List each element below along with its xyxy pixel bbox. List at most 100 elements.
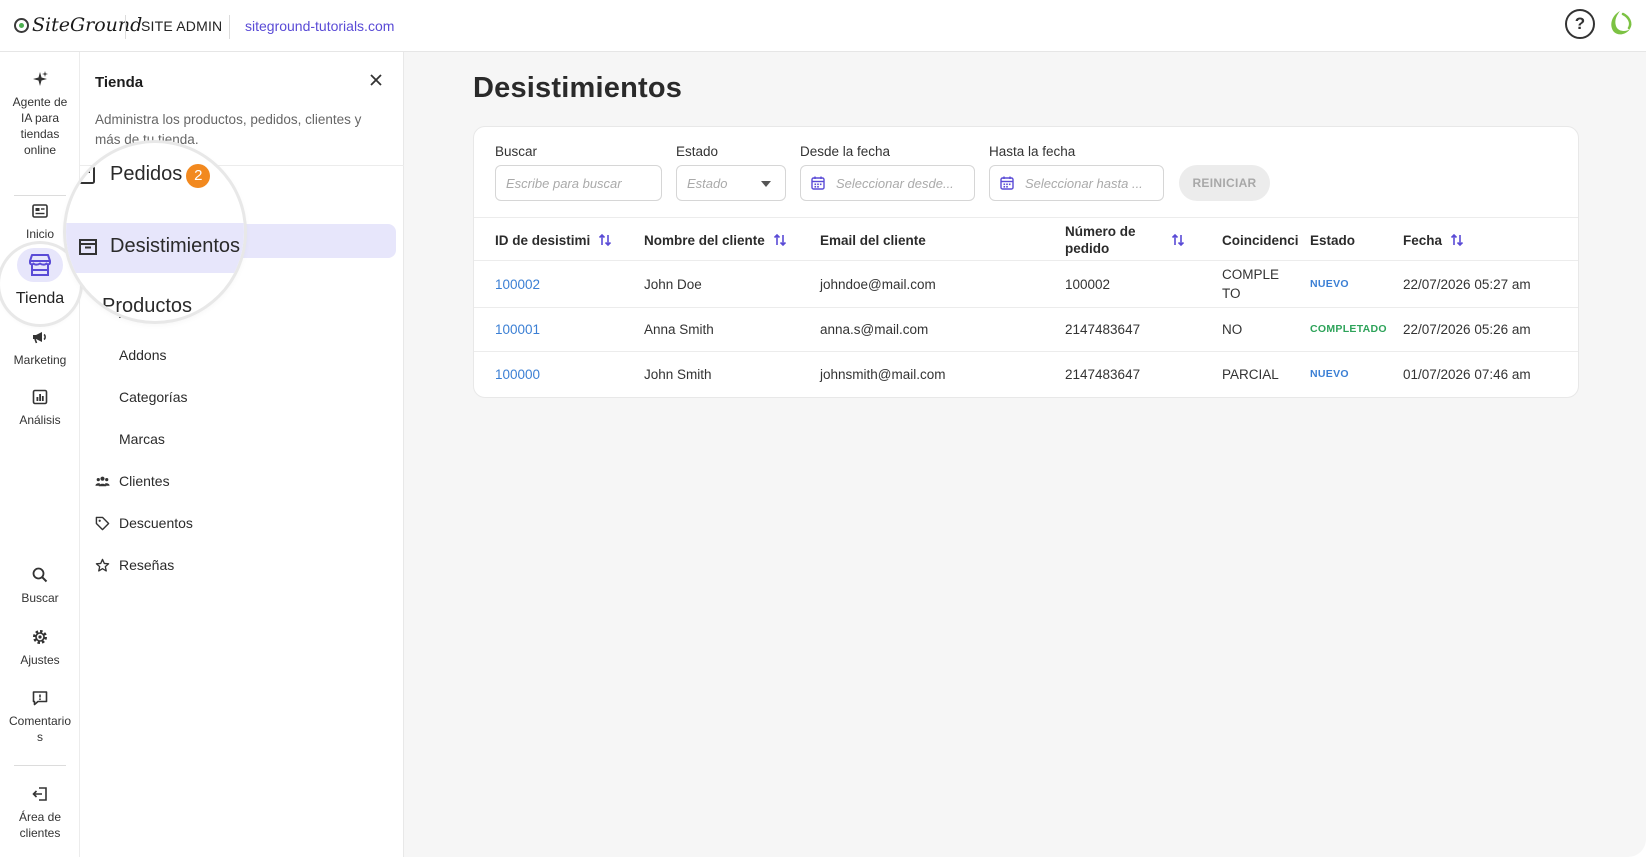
site-admin-label: SITE ADMIN — [141, 18, 223, 34]
to-date-label: Hasta la fecha — [989, 144, 1076, 159]
nav-item-label: Descuentos — [119, 515, 193, 531]
sparkles-icon — [33, 71, 48, 86]
column-header-order-number[interactable]: Número de pedido — [1065, 218, 1185, 262]
rail-divider — [14, 195, 66, 196]
column-header-label: Email del cliente — [820, 232, 926, 248]
rail-item-label: Área de clientes — [18, 810, 62, 840]
date-value: 01/07/2026 07:46 am — [1403, 367, 1531, 382]
rail-item-label: Tienda — [15, 290, 65, 307]
nav-item-reviews[interactable]: Reseñas — [95, 557, 174, 573]
star-icon — [95, 558, 110, 572]
status-select-value: Estado — [687, 175, 728, 191]
nav-item-label: Pedidos — [110, 163, 183, 185]
rail-item-ai-agent[interactable]: Agente de IA para tiendas online — [0, 70, 80, 158]
rail-item-label: Comentarios — [8, 714, 72, 744]
site-domain-link[interactable]: siteground-tutorials.com — [245, 18, 394, 34]
sort-icon[interactable] — [598, 232, 612, 248]
gear-icon — [33, 630, 47, 644]
search-icon — [32, 567, 48, 583]
orders-badge: 2 — [186, 163, 211, 188]
column-header-match: Coincidenci — [1222, 218, 1299, 262]
rail-item-comments[interactable]: Comentarios — [0, 689, 80, 745]
reset-button[interactable]: REINICIAR — [1179, 165, 1270, 201]
close-icon[interactable] — [368, 72, 384, 88]
from-date-input[interactable]: Seleccionar desde... — [800, 165, 975, 201]
chevron-down-icon — [761, 181, 771, 187]
store-icon — [29, 254, 51, 276]
match-value: COMPLETO — [1222, 267, 1280, 301]
table-row[interactable]: 100001 Anna Smith anna.s@mail.com 214748… — [474, 308, 1578, 352]
column-header-customer-name[interactable]: Nombre del cliente — [644, 218, 787, 262]
sort-icon[interactable] — [1171, 232, 1185, 248]
status-text: COMPLETADO — [1310, 323, 1387, 335]
divider — [229, 15, 230, 39]
top-bar: SiteGround SITE ADMIN siteground-tutoria… — [0, 0, 1646, 52]
withdrawal-box-icon — [79, 238, 97, 255]
home-icon — [32, 204, 48, 218]
main-content: Desistimientos Buscar Escribe para busca… — [404, 52, 1646, 857]
rail-item-client-area[interactable]: Área de clientes — [0, 785, 80, 841]
from-date-placeholder: Seleccionar desde... — [836, 175, 954, 191]
help-button[interactable]: ? — [1565, 9, 1595, 39]
rail-item-search[interactable]: Buscar — [0, 566, 80, 606]
customer-name: Anna Smith — [644, 322, 714, 337]
table-header: ID de desistimi Nombre del cliente Email… — [474, 217, 1578, 262]
date-value: 22/07/2026 05:26 am — [1403, 322, 1531, 337]
tag-icon — [95, 516, 110, 530]
logo-mark-icon — [14, 17, 29, 33]
status-select[interactable]: Estado — [676, 165, 786, 201]
column-header-date[interactable]: Fecha — [1403, 218, 1464, 262]
rail-item-label: Inicio — [25, 227, 54, 241]
rail-item-settings[interactable]: Ajustes — [0, 628, 80, 668]
nav-item-withdrawals[interactable]: Desistimientos — [78, 235, 240, 258]
status-badge: COMPLETADO — [1310, 308, 1387, 351]
panel-title: Tienda — [95, 74, 144, 91]
nav-subitem-categories[interactable]: Categorías — [119, 389, 187, 405]
search-input[interactable]: Escribe para buscar — [495, 165, 662, 201]
megaphone-icon — [33, 332, 46, 344]
sort-icon[interactable] — [1450, 232, 1464, 248]
siteground-leaf-icon[interactable] — [1605, 8, 1635, 38]
to-date-placeholder: Seleccionar hasta ... — [1025, 175, 1143, 191]
nav-item-discounts[interactable]: Descuentos — [95, 515, 193, 531]
status-badge: NUEVO — [1310, 352, 1349, 397]
nav-item-label: Clientes — [119, 473, 170, 489]
chart-icon — [32, 389, 48, 405]
help-icon: ? — [1574, 14, 1586, 33]
nav-subitem-brands[interactable]: Marcas — [119, 431, 165, 447]
logout-icon — [32, 787, 47, 801]
status-label: Estado — [676, 144, 719, 159]
table-row[interactable]: 100000 John Smith johnsmith@mail.com 214… — [474, 352, 1578, 397]
withdrawal-id-link[interactable]: 100002 — [495, 261, 540, 307]
nav-item-orders[interactable]: Pedidos 2 — [78, 163, 211, 188]
order-number: 2147483647 — [1065, 322, 1141, 337]
withdrawals-card: Buscar Escribe para buscar Estado Estado… — [473, 126, 1579, 398]
search-placeholder: Escribe para buscar — [506, 175, 622, 191]
search-label: Buscar — [495, 144, 538, 159]
left-rail: Agente de IA para tiendas online Inicio … — [0, 52, 80, 857]
column-header-label: Fecha — [1403, 232, 1443, 248]
column-header-label: Estado — [1310, 232, 1356, 248]
to-date-input[interactable]: Seleccionar hasta ... — [989, 165, 1164, 201]
table-row[interactable]: 100002 John Doe johndoe@mail.com 100002 … — [474, 261, 1578, 308]
nav-item-customers[interactable]: Clientes — [95, 473, 170, 489]
orders-icon — [79, 166, 95, 185]
withdrawal-id-link[interactable]: 100001 — [495, 308, 540, 351]
column-header-label: Coincidenci — [1222, 232, 1299, 248]
rail-item-label: Buscar — [21, 591, 59, 605]
rail-item-marketing[interactable]: Marketing — [0, 328, 80, 368]
status-text: NUEVO — [1310, 277, 1349, 290]
users-icon — [95, 476, 110, 486]
rail-item-analytics[interactable]: Análisis — [0, 388, 80, 428]
customer-email: anna.s@mail.com — [820, 322, 929, 337]
column-header-customer-email: Email del cliente — [820, 218, 926, 262]
siteground-logo[interactable]: SiteGround — [14, 14, 142, 36]
nav-subitem-addons[interactable]: Addons — [119, 347, 166, 363]
withdrawal-id-link[interactable]: 100000 — [495, 352, 540, 397]
customer-name: John Doe — [644, 276, 702, 292]
customer-name: John Smith — [644, 367, 712, 382]
nav-item-products[interactable]: Productos — [102, 295, 192, 318]
sort-icon[interactable] — [773, 232, 787, 248]
column-header-id[interactable]: ID de desistimi — [495, 218, 612, 262]
match-value: NO — [1222, 322, 1243, 337]
